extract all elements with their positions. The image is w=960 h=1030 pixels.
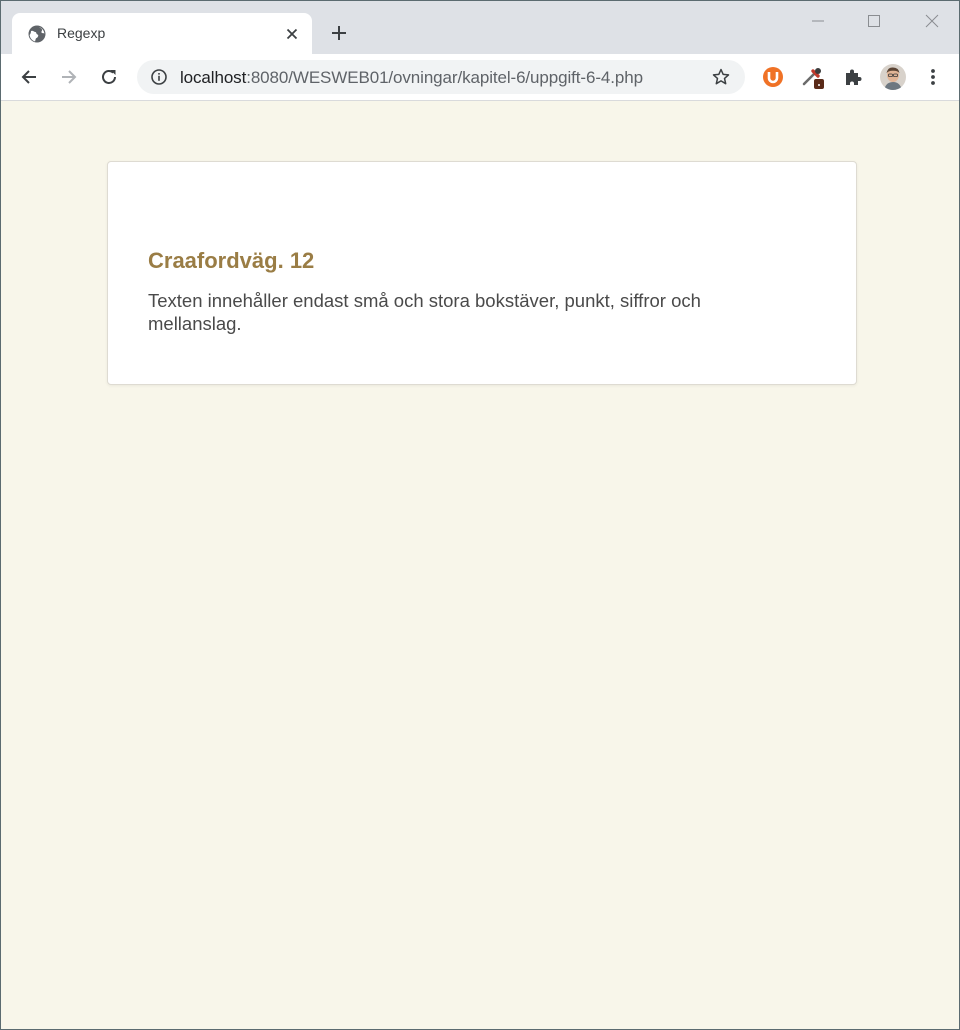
validation-message: Texten innehåller endast små och stora b… (148, 290, 701, 334)
page-title: Craafordväg. 12 (148, 248, 315, 273)
tab-strip: Regexp (1, 1, 959, 54)
close-icon[interactable] (282, 24, 302, 44)
address-bar[interactable]: localhost:8080/WESWEB01/ovningar/kapitel… (137, 60, 745, 94)
result-card: Craafordväg. 12 Texten innehåller endast… (107, 161, 857, 385)
tab-regexp[interactable]: Regexp (12, 13, 312, 54)
page-viewport: Craafordväg. 12 Texten innehåller endast… (1, 101, 959, 1029)
arrow-right-icon[interactable] (54, 62, 84, 92)
address-url[interactable]: localhost:8080/WESWEB01/ovningar/kapitel… (180, 68, 643, 88)
avatar[interactable] (880, 64, 906, 90)
puzzle-icon[interactable] (840, 64, 866, 90)
star-icon[interactable] (711, 67, 731, 87)
tab-title: Regexp (57, 25, 106, 41)
window-close-icon[interactable] (909, 7, 955, 35)
browser-window: Regexp localhost:8080/WESWEB01/ovningar/… (0, 0, 960, 1030)
arrow-left-icon[interactable] (14, 62, 44, 92)
maximize-icon[interactable] (851, 7, 897, 35)
reload-icon[interactable] (94, 62, 124, 92)
globe-icon (28, 25, 46, 43)
url-path: :8080/WESWEB01/ovningar/kapitel-6/uppgif… (246, 68, 643, 87)
info-icon[interactable] (150, 68, 168, 86)
url-host: localhost (180, 68, 247, 87)
eyedropper-icon[interactable] (800, 64, 826, 90)
minimize-icon[interactable] (795, 7, 841, 35)
browser-toolbar: localhost:8080/WESWEB01/ovningar/kapitel… (1, 54, 959, 101)
plus-icon[interactable] (327, 21, 351, 45)
ublock-icon[interactable] (760, 64, 786, 90)
kebab-menu-icon[interactable] (920, 64, 946, 90)
